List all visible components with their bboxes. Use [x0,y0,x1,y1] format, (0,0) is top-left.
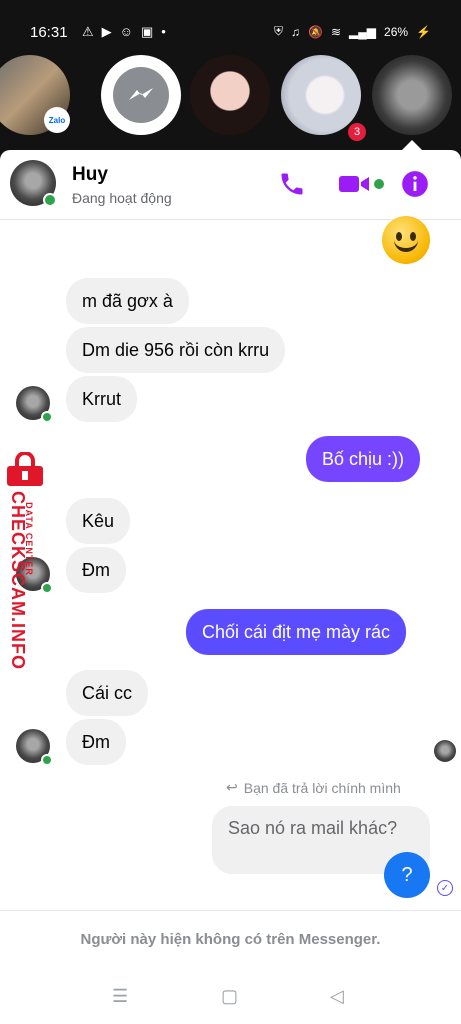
recents-icon[interactable]: ☰ [112,986,128,1007]
sender-avatar[interactable] [16,729,53,766]
wifi-icon: ≋ [330,24,342,39]
message-incoming[interactable]: Cái cc [66,670,149,716]
battery-charging-icon: ⚡ [416,24,431,39]
reply-note: ↩ Bạn đã trả lời chính mình [226,779,401,796]
battery-level: 26% [384,24,409,39]
headset-icon: ♫ [291,24,301,39]
mute-icon: 🔕 [308,24,323,39]
top-overlay: 16:31 ⚠ ▶ ☺ ▣ • ⛨ ♫ 🔕 ≋ ▂▄▆ 26% ⚡ Zalo 3 [0,0,461,160]
zalo-icon: ▣ [140,24,154,39]
message-outgoing[interactable]: Chối cái địt mẹ mày rác [186,609,407,655]
message-incoming[interactable]: Krrut [66,376,138,422]
chat-head-user[interactable] [190,55,270,135]
zalo-badge: Zalo [44,107,70,133]
avatar[interactable] [10,160,57,207]
vpn-icon: ⛨ [274,24,284,38]
android-nav-bar: ☰ ▢ ◁ [0,968,461,1024]
video-call-icon[interactable] [338,170,372,203]
watermark: DATA CENTER CHECKSCAM.INFO [0,452,60,672]
info-icon[interactable] [401,170,429,203]
sender-avatar[interactable] [16,386,53,423]
active-bubble-caret [402,140,422,150]
message-outgoing[interactable]: Bố chịu :)) [306,436,421,482]
contact-name[interactable]: Huy [72,164,108,186]
unavailable-notice: Người này hiện không có trên Messenger. [0,910,461,968]
warning-icon: ⚠ [82,24,94,39]
back-icon[interactable]: ◁ [330,986,344,1007]
chat-head-user[interactable] [281,55,361,135]
chat-head-huy[interactable] [372,55,452,135]
watermark-text: CHECKSCAM.INFO [8,491,28,670]
help-button[interactable]: ? [384,852,430,898]
status-time: 16:31 [30,24,68,41]
active-status-dot [43,193,57,207]
chat-header: Huy Đang hoạt động [0,150,461,220]
signal-icon: ▂▄▆ [349,24,377,39]
notification-badge: 3 [348,123,366,141]
chat-sheet: Huy Đang hoạt động m đã gơx à Dm die 956… [0,150,461,968]
lock-icon [7,452,43,486]
chat-head-messenger[interactable] [101,55,181,135]
message-incoming[interactable]: m đã gơx à [66,278,189,324]
message-incoming[interactable]: Dm die 956 rồi còn krru [66,327,286,373]
contact-status: Đang hoạt động [72,190,172,206]
video-active-dot [374,179,384,189]
status-bar: 16:31 ⚠ ▶ ☺ ▣ • ⛨ ♫ 🔕 ≋ ▂▄▆ 26% ⚡ [0,18,461,48]
sent-check-icon: ✓ [437,880,453,896]
home-icon[interactable]: ▢ [221,986,238,1007]
reply-icon: ↩ [226,779,238,795]
message-incoming[interactable]: Kêu [66,498,131,544]
message-incoming[interactable]: Đm [66,719,126,765]
youtube-icon: ▶ [101,24,112,39]
dot-icon: • [161,24,166,39]
phone-icon[interactable] [278,170,306,203]
smiley-emoji-message[interactable] [382,216,430,264]
seen-by-avatar [434,740,456,762]
message-incoming[interactable]: Đm [66,547,126,593]
messenger-cat-icon: ☺ [119,24,133,39]
chat-heads: Zalo [0,55,461,135]
messenger-icon [113,67,169,123]
